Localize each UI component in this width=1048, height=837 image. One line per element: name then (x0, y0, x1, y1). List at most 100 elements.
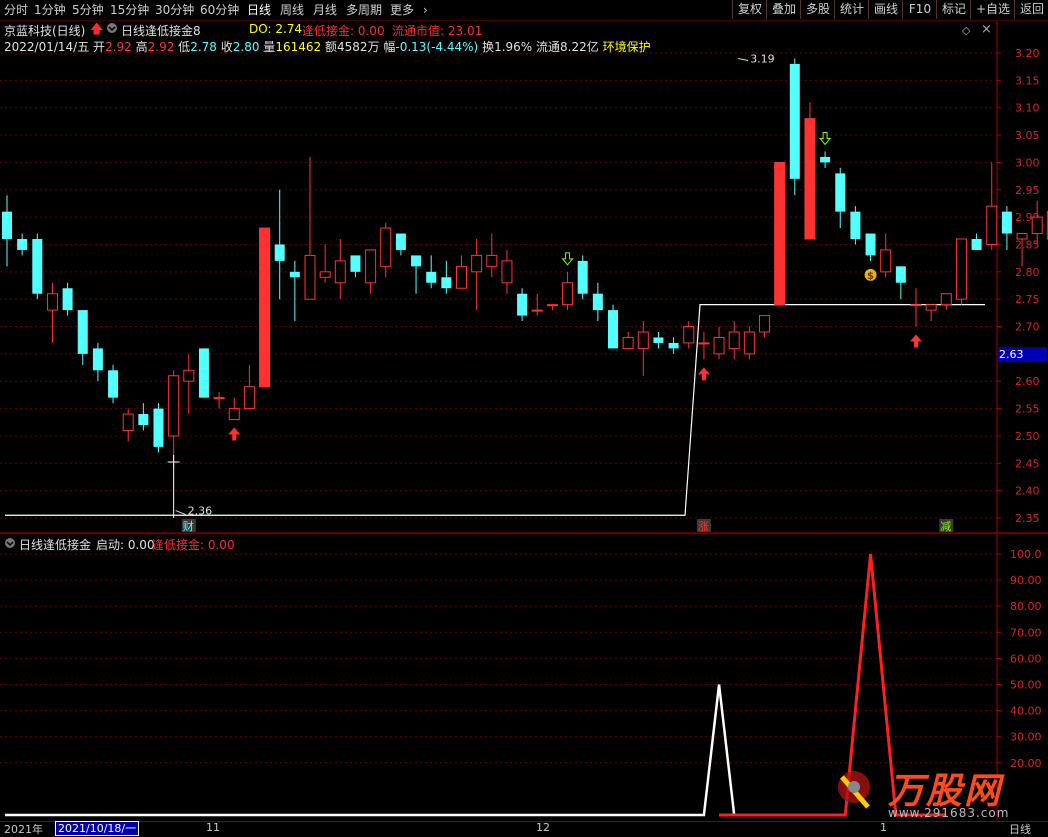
candle-body-1 (17, 239, 28, 250)
candle-body-7 (108, 370, 119, 398)
lower-tick-label-0: 100.0 (1010, 548, 1042, 561)
period-tab-5[interactable]: 60分钟 (200, 2, 239, 18)
candle-body-46 (698, 342, 710, 345)
quote-open: 2.92 (105, 40, 132, 54)
main-tick-label-13: 2.55 (1015, 403, 1040, 416)
main-tick-label-15: 2.45 (1015, 457, 1040, 470)
diamond-icon[interactable]: ◇ (962, 24, 970, 37)
toolbar-button-4[interactable]: 画线 (868, 0, 903, 19)
quote-line: 2022/01/14/五 开2.92 高2.92 低2.78 收2.80 量16… (4, 40, 651, 54)
concept-tag: 环境保护 (602, 40, 651, 54)
mcap-label: 流通市值: 23.01 (392, 24, 483, 38)
candle-body-12 (183, 369, 195, 382)
lower-buy-label: 逢低接金: 0.00 (152, 538, 235, 552)
event-marker-2: 减 (940, 520, 951, 533)
main-tick-label-16: 2.40 (1015, 485, 1040, 498)
candle-body-67 (1016, 233, 1028, 240)
period-tab-0[interactable]: 分时 (4, 2, 28, 18)
period-tab-2[interactable]: 5分钟 (72, 2, 104, 18)
candle-body-5 (77, 310, 88, 354)
candle-body-26 (395, 233, 406, 250)
candle-body-51 (774, 161, 786, 306)
quote-turnover: 1.96% (494, 40, 533, 54)
lower-tick-label-3: 70.00 (1010, 626, 1042, 639)
candle-body-20 (304, 254, 316, 300)
toolbar-button-8[interactable]: 返回 (1014, 0, 1048, 19)
toolbar-button-6[interactable]: 标记 (936, 0, 971, 19)
candle-body-66 (1001, 211, 1012, 234)
buy-arrow-icon-1 (697, 367, 710, 381)
toolbar-button-3[interactable]: 统计 (834, 0, 869, 19)
candle-body-65 (986, 205, 998, 245)
quote-close: 2.80 (232, 40, 260, 54)
main-tick-label-4: 3.00 (1015, 156, 1040, 169)
do-label: DO: 2.74 (249, 22, 303, 36)
period-tab-4[interactable]: 30分钟 (155, 2, 194, 18)
chart-canvas[interactable]: 3.203.153.103.053.002.952.902.852.802.75… (0, 0, 1048, 835)
period-tab-3[interactable]: 15分钟 (110, 2, 149, 18)
candle-body-53 (804, 118, 816, 240)
candle-body-63 (955, 238, 967, 300)
candle-body-54 (820, 156, 831, 163)
main-tick-label-3: 3.05 (1015, 129, 1040, 142)
month-1-label: 1 (880, 821, 887, 834)
watermark-url: www.291683.com (888, 806, 1010, 820)
lower-indicator-menu-icon[interactable] (4, 537, 16, 549)
candle-body-61 (925, 304, 937, 311)
candle-body-23 (350, 255, 361, 272)
main-tick-label-0: 3.20 (1015, 47, 1040, 60)
toolbar-button-7[interactable]: +自选 (970, 0, 1015, 19)
more-chevron-icon[interactable]: › (423, 2, 428, 18)
candle-body-10 (153, 408, 164, 447)
high-price-label: 3.19 (750, 52, 775, 65)
period-tab-7[interactable]: 周线 (280, 2, 304, 18)
candle-body-50 (759, 315, 770, 333)
candle-body-41 (622, 336, 634, 349)
main-tick-label-12: 2.60 (1015, 375, 1040, 388)
lower-tick-label-1: 90.00 (1010, 574, 1042, 587)
time-axis-bar (0, 821, 1048, 836)
period-tab-1[interactable]: 1分钟 (34, 2, 66, 18)
lower-tick-label-2: 80.00 (1010, 600, 1042, 613)
toolbar-button-0[interactable]: 复权 (732, 0, 767, 19)
period-tab-6[interactable]: 日线 (247, 2, 271, 18)
candle-body-64 (971, 239, 982, 250)
main-tick-label-10: 2.70 (1015, 321, 1040, 334)
period-tab-8[interactable]: 月线 (313, 2, 337, 18)
event-marker-1: 涨 (698, 520, 709, 533)
candle-body-30 (456, 265, 467, 289)
candle-body-68 (1031, 216, 1043, 235)
do-line (5, 304, 985, 516)
candle-body-60 (910, 304, 922, 307)
candle-body-31 (471, 254, 483, 273)
close-icon[interactable]: × (981, 22, 992, 37)
period-tab-10[interactable]: 更多 (390, 2, 414, 18)
main-tick-label-5: 2.95 (1015, 184, 1040, 197)
candle-body-37 (562, 282, 574, 306)
month-11-label: 11 (206, 821, 220, 834)
candle-body-62 (940, 293, 952, 306)
toolbar-button-2[interactable]: 多股 (800, 0, 835, 19)
candle-body-9 (138, 414, 149, 425)
candle-body-13 (198, 348, 209, 398)
candle-body-34 (517, 293, 528, 316)
candle-body-32 (486, 254, 498, 267)
candle-body-11 (168, 375, 180, 437)
candle-body-48 (728, 331, 740, 349)
candle-body-35 (531, 309, 543, 312)
main-tick-label-8: 2.80 (1015, 266, 1040, 279)
candle-body-33 (501, 260, 513, 284)
candle-body-21 (319, 271, 331, 278)
period-tab-9[interactable]: 多周期 (346, 2, 382, 18)
candle-body-8 (122, 413, 134, 431)
quote-chg: -0.13(-4.44%) (395, 40, 479, 54)
indicator-menu-icon[interactable] (106, 22, 118, 34)
main-tick-label-17: 2.35 (1015, 512, 1040, 525)
toolbar-button-5[interactable]: F10 (902, 0, 937, 19)
candle-body-36 (546, 304, 558, 307)
candle-body-52 (789, 63, 800, 179)
candle-body-49 (743, 331, 755, 355)
candle-body-42 (637, 331, 649, 349)
toolbar-button-1[interactable]: 叠加 (766, 0, 801, 19)
main-tick-label-2: 3.10 (1015, 102, 1040, 115)
